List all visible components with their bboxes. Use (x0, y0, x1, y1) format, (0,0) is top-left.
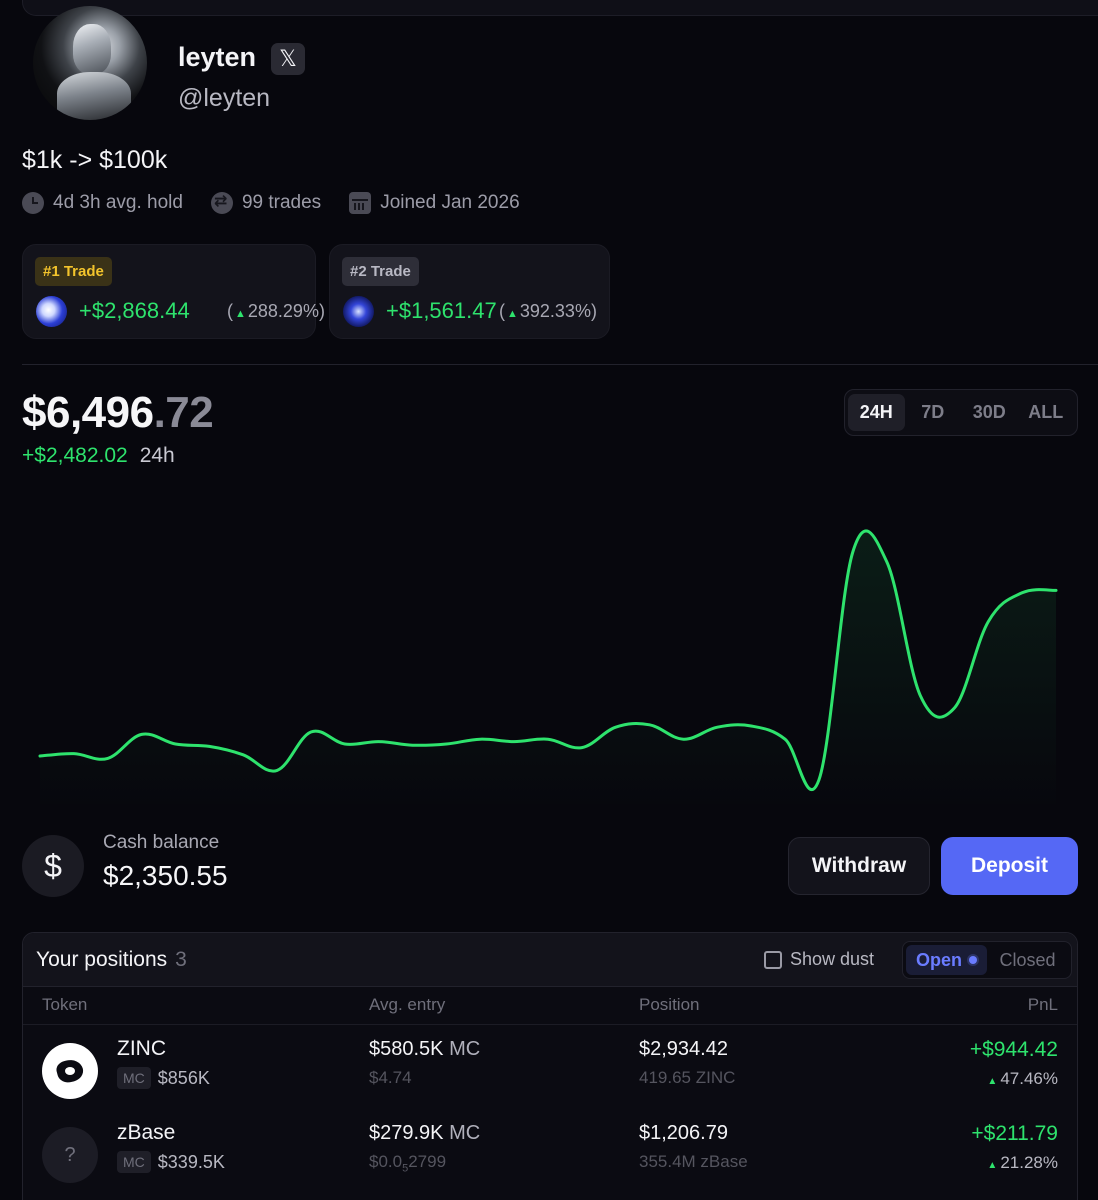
token-icon (36, 296, 67, 327)
avg-hold: 4d 3h avg. hold (22, 192, 183, 214)
token-name: zBase (117, 1121, 176, 1144)
avg-entry-mc: $580.5K MC (369, 1038, 481, 1060)
change-period: 24h (139, 444, 175, 467)
mc-tag: MC (117, 1067, 151, 1089)
avg-hold-text: 4d 3h avg. hold (53, 192, 183, 213)
range-24h[interactable]: 24H (848, 394, 905, 431)
mc-value: $856K (157, 1067, 210, 1088)
position-amount: 355.4M zBase (639, 1152, 748, 1171)
x-icon[interactable]: 𝕏 (271, 43, 305, 75)
trade-percent: (▲ 392.33%) (499, 301, 597, 321)
show-dust-checkbox[interactable] (764, 950, 782, 969)
token-name: ZINC (117, 1037, 166, 1060)
joined-date: Joined Jan 2026 (349, 192, 520, 214)
cash-balance-label: Cash balance (103, 832, 220, 853)
open-closed-toggle: Open Closed (902, 941, 1072, 979)
up-triangle-icon: ▲ (507, 308, 518, 320)
col-position[interactable]: Position (639, 995, 699, 1015)
col-token[interactable]: Token (42, 995, 87, 1015)
swap-icon (210, 191, 233, 214)
position-amount: 419.65 ZINC (639, 1068, 736, 1087)
trade-count: 99 trades (210, 191, 322, 214)
pnl-percent: ▲ 47.46% (987, 1069, 1058, 1088)
trade-percent: (▲ 288.29%) (227, 301, 325, 321)
positions-header: Your positions 3 Show dust Open Closed (23, 933, 1077, 987)
joined-text: Joined Jan 2026 (380, 192, 520, 213)
avg-entry-price: $4.74 (369, 1068, 412, 1087)
trade-rank-badge: #2 Trade (342, 257, 419, 286)
positions-panel: Your positions 3 Show dust Open Closed To… (22, 932, 1078, 1200)
profile-handle: @leyten (178, 84, 271, 112)
chart-area (40, 530, 1056, 810)
time-range-selector: 24H 7D 30D ALL (844, 389, 1078, 436)
top-trade-card-2[interactable]: #2 Trade +$1,561.47 (▲ 392.33%) (329, 244, 610, 339)
change-value: +$2,482.02 (22, 444, 128, 467)
table-row[interactable]: ? zBase MC $339.5K $279.9K MC $0.052799 … (23, 1113, 1077, 1197)
positions-title: Your positions 3 (36, 948, 187, 971)
col-avg-entry[interactable]: Avg. entry (369, 995, 445, 1015)
table-row[interactable]: ZINC MC $856K $580.5K MC $4.74 $2,934.42… (23, 1029, 1077, 1113)
portfolio-chart[interactable] (22, 500, 1078, 810)
zinc-token-icon (42, 1043, 98, 1099)
range-all[interactable]: ALL (1018, 394, 1075, 431)
calendar-icon (349, 192, 372, 214)
profile-avatar (33, 6, 147, 120)
token-icon (343, 296, 374, 327)
position-value: $2,934.42 (639, 1038, 728, 1060)
active-dot-icon (969, 956, 977, 964)
token-mc: MC $339.5K (117, 1151, 225, 1173)
pnl-percent: ▲ 21.28% (987, 1153, 1058, 1172)
portfolio-change: +$2,482.02 24h (22, 444, 175, 468)
profile-meta: 4d 3h avg. hold 99 trades Joined Jan 202… (22, 191, 548, 214)
pnl-value: +$944.42 (969, 1038, 1058, 1061)
show-dust-label: Show dust (790, 949, 875, 969)
col-pnl[interactable]: PnL (1028, 995, 1058, 1015)
withdraw-button[interactable]: Withdraw (788, 837, 930, 895)
unknown-token-icon: ? (42, 1127, 98, 1183)
profile-name: leyten (178, 42, 257, 72)
up-triangle-icon: ▲ (987, 1076, 998, 1087)
top-strip (22, 0, 1098, 16)
trade-profit: +$1,561.47 (386, 298, 497, 323)
show-dust-toggle[interactable]: Show dust (764, 949, 874, 970)
tab-closed[interactable]: Closed (987, 945, 1068, 975)
portfolio-value: $6,496.72 (22, 388, 214, 437)
section-divider (22, 364, 1098, 365)
mc-value: $339.5K (157, 1151, 225, 1172)
pnl-value: +$211.79 (971, 1122, 1058, 1145)
top-trade-card-1[interactable]: #1 Trade +$2,868.44 (▲ 288.29%) (22, 244, 325, 339)
position-value: $1,206.79 (639, 1122, 728, 1144)
positions-count: 3 (175, 948, 187, 971)
profile-bio: $1k -> $100k (22, 146, 168, 174)
cash-balance-value: $2,350.55 (103, 860, 228, 891)
clock-icon (22, 192, 44, 214)
avg-entry-price: $0.052799 (369, 1152, 447, 1175)
avg-entry-mc: $279.9K MC (369, 1122, 481, 1144)
token-mc: MC $856K (117, 1067, 210, 1089)
mc-tag: MC (117, 1151, 151, 1173)
trade-profit: +$2,868.44 (79, 298, 190, 323)
dollar-icon: $ (22, 835, 84, 897)
trade-count-text: 99 trades (241, 192, 322, 213)
table-divider (23, 1024, 1077, 1025)
up-triangle-icon: ▲ (235, 308, 246, 320)
up-triangle-icon: ▲ (987, 1160, 998, 1171)
deposit-button[interactable]: Deposit (941, 837, 1078, 895)
range-30d[interactable]: 30D (961, 394, 1018, 431)
tab-open[interactable]: Open (906, 945, 987, 975)
range-7d[interactable]: 7D (905, 394, 962, 431)
trade-rank-badge: #1 Trade (35, 257, 112, 286)
